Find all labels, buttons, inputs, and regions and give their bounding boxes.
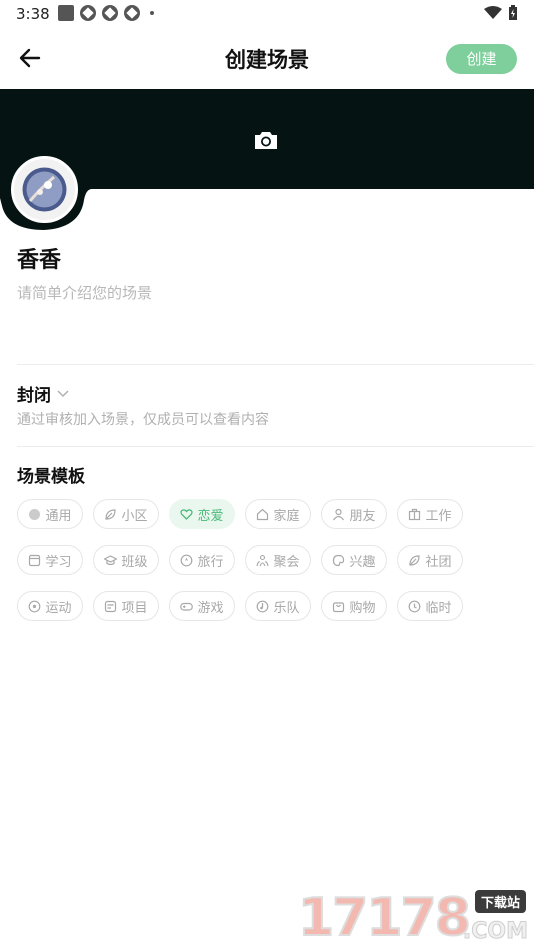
chevron-down-icon	[57, 389, 69, 397]
template-chip-label: 兴趣	[349, 554, 376, 570]
notification-square-icon	[58, 5, 74, 21]
template-chip[interactable]: 工作	[397, 499, 463, 529]
clock-icon	[409, 600, 421, 612]
divider	[17, 446, 534, 447]
template-chip[interactable]: 朋友	[321, 499, 387, 529]
leaf-icon	[105, 508, 117, 520]
template-chip-label: 运动	[45, 600, 72, 616]
group-icon	[256, 554, 270, 566]
template-chip[interactable]: 运动	[17, 591, 83, 621]
watermark-suffix: .COM	[462, 919, 528, 945]
template-chip-label: 游戏	[197, 600, 224, 616]
template-chip-label: 朋友	[349, 508, 376, 524]
templates-title: 场景模板	[17, 467, 85, 487]
watermark-number: 17178	[297, 887, 472, 949]
top-app-bar: 创建场景 创建	[0, 28, 534, 88]
status-bar: 3:38	[0, 0, 534, 28]
privacy-label: 封闭	[17, 386, 51, 406]
create-button[interactable]: 创建	[446, 44, 517, 74]
template-chip-label: 乐队	[273, 600, 300, 616]
app-notification-icon	[80, 5, 96, 21]
template-chip[interactable]: 聚会	[245, 545, 311, 575]
music-icon	[257, 600, 269, 612]
more-notifications-icon	[150, 11, 154, 15]
template-chip[interactable]: 乐队	[245, 591, 311, 621]
template-chip[interactable]: 旅行	[169, 545, 235, 575]
camera-icon	[255, 132, 277, 149]
book-icon	[29, 554, 41, 566]
template-chip-label: 学习	[45, 554, 72, 570]
status-time: 3:38	[16, 5, 50, 23]
template-chip-label: 工作	[425, 508, 452, 524]
avatar[interactable]	[11, 156, 78, 223]
avatar-image	[22, 167, 67, 212]
scene-description-input[interactable]: 请简单介绍您的场景	[17, 282, 152, 303]
graduation-icon	[104, 554, 118, 565]
template-chip[interactable]: 班级	[93, 545, 159, 575]
template-chip[interactable]: 临时	[397, 591, 463, 621]
project-icon	[105, 600, 117, 612]
ball-icon	[29, 600, 41, 612]
scene-name[interactable]: 香香	[17, 242, 61, 274]
battery-icon	[509, 5, 517, 20]
template-chip[interactable]: 购物	[321, 591, 387, 621]
template-chip-label: 购物	[349, 600, 376, 616]
template-chip-label: 班级	[121, 554, 148, 570]
app-notification-icon	[102, 5, 118, 21]
template-chip[interactable]: 通用	[17, 499, 83, 529]
palette-icon	[333, 554, 345, 566]
wifi-icon	[484, 6, 502, 19]
template-chip[interactable]: 项目	[93, 591, 159, 621]
watermark-tag: 下载站	[474, 890, 526, 913]
divider	[17, 364, 534, 365]
template-chip-label: 临时	[425, 600, 452, 616]
change-cover-button[interactable]	[252, 126, 280, 154]
template-chip[interactable]: 兴趣	[321, 545, 387, 575]
template-chip[interactable]: 游戏	[169, 591, 235, 621]
watermark-logo: 17178 下载站 .COM	[297, 887, 529, 949]
home-icon	[257, 508, 269, 520]
template-chip-label: 通用	[45, 508, 72, 524]
template-chip[interactable]: 小区	[93, 499, 159, 529]
privacy-selector[interactable]: 封闭	[17, 381, 69, 406]
template-chip[interactable]: 社团	[397, 545, 463, 575]
template-chip-label: 旅行	[197, 554, 224, 570]
bag-icon	[333, 601, 345, 612]
template-chip-label: 家庭	[273, 508, 300, 524]
template-chip[interactable]: 学习	[17, 545, 83, 575]
notification-icons	[58, 5, 154, 21]
template-chip-label: 聚会	[273, 554, 300, 570]
briefcase-icon	[409, 508, 421, 520]
user-icon	[333, 508, 345, 520]
compass-icon	[181, 554, 193, 566]
gamepad-icon	[180, 602, 194, 611]
template-chip-label: 恋爱	[197, 508, 224, 524]
template-chip-label: 小区	[121, 508, 148, 524]
template-chip[interactable]: 恋爱	[169, 499, 235, 529]
app-notification-icon	[124, 5, 140, 21]
leaf-icon	[409, 554, 421, 566]
dot-icon	[29, 508, 41, 520]
system-icons	[484, 5, 518, 21]
template-chip-label: 社团	[425, 554, 452, 570]
privacy-description: 通过审核加入场景，仅成员可以查看内容	[17, 412, 269, 428]
heart-icon	[180, 508, 194, 520]
template-chip-label: 项目	[121, 600, 148, 616]
template-chip[interactable]: 家庭	[245, 499, 311, 529]
